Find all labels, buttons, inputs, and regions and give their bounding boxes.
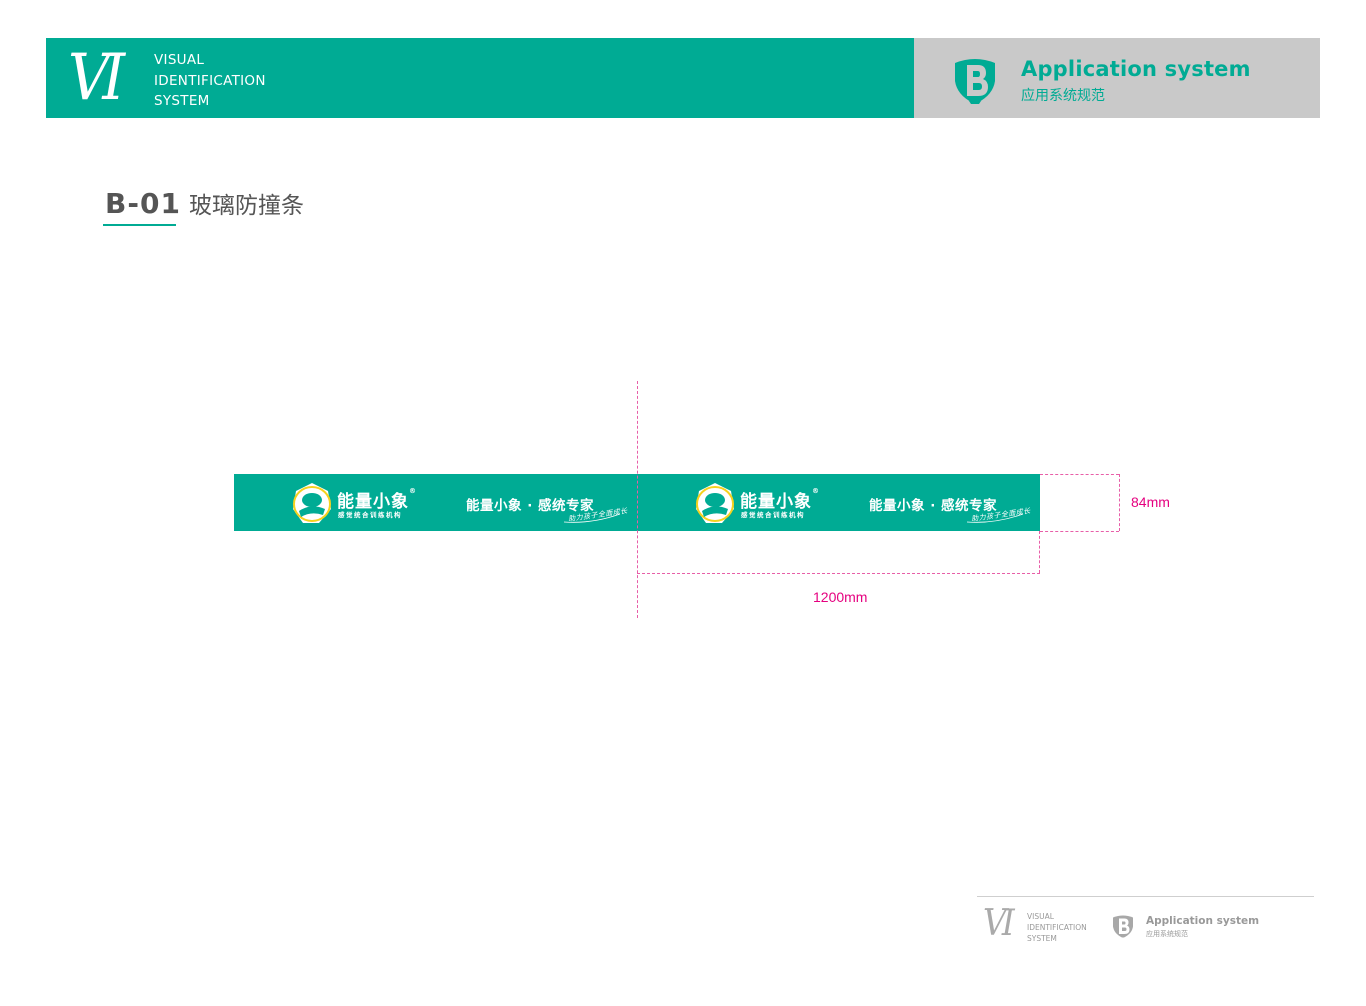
vi-line-identification: IDENTIFICATION [154,72,266,89]
width-guide-bottom [637,573,1040,574]
brand-subtitle: 感觉统合训练机构 [338,511,402,519]
footer-shield-b-icon [1113,915,1133,938]
slogan: 能量小象 · 感统专家 [869,498,998,514]
height-guide-top [1040,474,1119,475]
footer-line-system: SYSTEM [1027,934,1057,943]
footer-line-visual: VISUAL [1027,912,1054,921]
shield-b-icon [955,59,995,104]
application-subtitle: 应用系统规范 [1021,88,1105,104]
vi-text-block: VISUAL IDENTIFICATION SYSTEM [154,50,266,112]
height-dimension-label: 84mm [1131,494,1170,510]
registered-mark: ® [812,487,820,495]
segment-divider-guide [637,381,638,618]
footer-vi-text: VISUAL IDENTIFICATION SYSTEM [1027,911,1087,944]
title-underline [103,224,176,226]
vi-line-system: SYSTEM [154,93,210,109]
footer-application-subtitle: 应用系统规范 [1146,930,1188,938]
swoosh-icon [563,513,621,523]
footer-application-title: Application system [1146,915,1260,927]
strip-segment: 能量小象® 感觉统合训练机构 能量小象 · 感统专家 助力孩子全面成长 [637,474,1040,531]
swoosh-icon [966,513,1024,523]
application-title: Application system [1021,57,1251,81]
registered-mark: ® [409,487,417,495]
header-application-banner: Application system 应用系统规范 [914,38,1320,118]
vi-line-visual: VISUAL [154,52,205,68]
brand-subtitle: 感觉统合训练机构 [741,511,805,519]
height-guide-bottom [1040,531,1119,532]
section-code: B-01 [105,187,181,220]
super-elephant-logo-icon [696,483,734,523]
footer-line-identification: IDENTIFICATION [1027,923,1087,932]
width-dimension-label: 1200mm [813,589,868,605]
vi-logo-mark: VI [68,41,125,115]
width-guide-right [1039,531,1040,573]
section-title: B-01 玻璃防撞条 [105,186,304,220]
section-name: 玻璃防撞条 [188,193,304,219]
slogan: 能量小象 · 感统专家 [466,498,595,514]
strip-segment: 能量小象® 感觉统合训练机构 能量小象 · 感统专家 助力孩子全面成长 [234,474,637,531]
footer-divider [977,896,1314,897]
header-vi-banner: VI VISUAL IDENTIFICATION SYSTEM [46,38,914,118]
height-guide-side [1119,474,1120,531]
super-elephant-logo-icon [293,483,331,523]
footer-vi-mark: VI [983,903,1015,944]
